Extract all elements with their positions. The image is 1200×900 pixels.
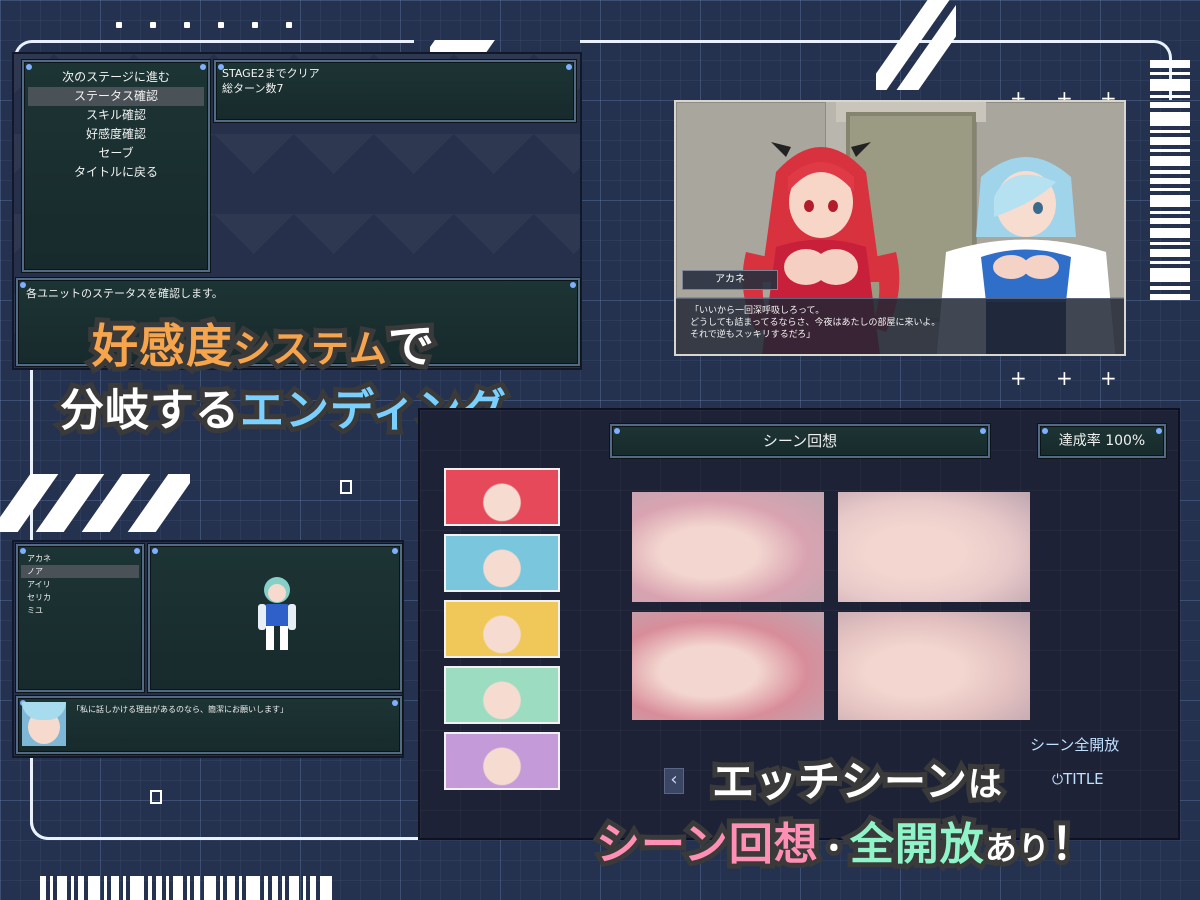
menu-item-skills[interactable]: スキル確認	[28, 106, 204, 125]
headline-bottom-line1: エッチシーンは	[707, 748, 1007, 811]
decorative-barcode	[40, 876, 332, 900]
completion-rate-text: 達成率 100%	[1058, 433, 1146, 449]
headline-bottom-line2: シーン回想・全開放あり！	[591, 808, 1100, 875]
unit-face-portrait	[22, 702, 66, 746]
thumb-art	[446, 536, 558, 590]
headline-word: 回想	[724, 814, 823, 875]
command-menu: 次のステージに進む ステータス確認 スキル確認 好感度確認 セーブ タイトルに戻…	[22, 60, 210, 272]
headline-word: は	[963, 760, 1007, 810]
headline-word: で	[383, 314, 439, 378]
plus-icon: +	[1056, 366, 1073, 390]
unit-list-item[interactable]: アイリ	[21, 578, 139, 591]
completion-rate-plate: 達成率 100%	[1038, 424, 1166, 458]
plus-icon: +	[1010, 366, 1027, 390]
character-thumb-akane[interactable]	[444, 468, 560, 526]
unit-portrait-window	[148, 544, 402, 692]
thumb-art	[446, 668, 558, 722]
headline-word: あり	[980, 824, 1055, 872]
character-thumb-serika[interactable]	[444, 666, 560, 724]
unit-message-window: 「私に話しかける理由があるのなら、簡潔にお願いします」	[16, 696, 402, 754]
scene-recollection-title-plate: シーン回想	[610, 424, 990, 458]
cg-art	[838, 492, 1030, 602]
headline-word: ！	[1046, 814, 1100, 875]
headline-word: エッチシーン	[707, 752, 972, 811]
dialogue-line: 「いいから一回深呼吸しろって。	[690, 306, 825, 316]
scene-recollection-title: シーン回想	[762, 432, 838, 450]
noa-chibi-sprite	[258, 577, 296, 650]
decorative-dot	[218, 22, 224, 28]
unit-list-item[interactable]: ノア	[21, 565, 139, 578]
unit-list-item[interactable]: ミユ	[21, 604, 139, 617]
dialogue-scene: アカネ 「いいから一回深呼吸しろって。 どうしても詰まってるならさ、今夜はあたし…	[674, 100, 1126, 356]
square-marker-icon	[150, 790, 162, 804]
decorative-frame-bottom	[30, 810, 430, 840]
scene-cg-2[interactable]	[838, 492, 1030, 602]
scene-cg-1[interactable]	[632, 492, 824, 602]
help-text: 各ユニットのステータスを確認します。	[26, 287, 223, 300]
unit-list-item[interactable]: アカネ	[21, 552, 139, 565]
stage-progress-text: STAGE2までクリア	[222, 67, 320, 80]
character-thumb-noa[interactable]	[444, 534, 560, 592]
decorative-dot	[116, 22, 122, 28]
dialogue-box[interactable]: 「いいから一回深呼吸しろって。 どうしても詰まってるならさ、今夜はあたしの部屋に…	[676, 298, 1124, 354]
chevron-left-icon: ‹	[670, 769, 678, 790]
unit-talk-screen: アカネ ノア アイリ セリカ ミユ 「私に話しかける理由があるのなら、簡潔にお願…	[12, 540, 404, 758]
headline-word: システム	[228, 322, 392, 376]
cg-art	[632, 492, 824, 602]
dialogue-line: どうしても詰まってるならさ、今夜はあたしの部屋に来いよ。	[690, 318, 941, 328]
square-marker-icon	[340, 480, 352, 494]
decorative-stripes-top-right	[876, 0, 956, 90]
cg-art	[632, 612, 824, 720]
scene-cg-4[interactable]	[838, 612, 1030, 720]
scene-cg-3[interactable]	[632, 612, 824, 720]
turn-count-text: 総ターン数7	[222, 82, 284, 95]
dialogue-line: それで逆もスッキリするだろ」	[690, 330, 816, 340]
menu-item-next-stage[interactable]: 次のステージに進む	[28, 68, 204, 87]
unit-message-text: 「私に話しかける理由があるのなら、簡潔にお願いします」	[72, 705, 288, 714]
unit-list-window: アカネ ノア アイリ セリカ ミユ	[16, 544, 144, 692]
thumb-art	[446, 602, 558, 656]
character-thumb-airi[interactable]	[444, 600, 560, 658]
decorative-dot	[252, 22, 258, 28]
headline-word: 分岐する	[55, 380, 244, 441]
headline-word: ・	[814, 827, 854, 872]
title-button-label: TITLE	[1063, 770, 1104, 788]
speaker-name-plate: アカネ	[682, 270, 778, 290]
headline-word: 好感度	[87, 314, 237, 378]
plus-icon: +	[1100, 366, 1117, 390]
cg-art	[838, 612, 1030, 720]
prev-page-button[interactable]: ‹	[664, 768, 684, 794]
decorative-dot	[184, 22, 190, 28]
menu-item-affection[interactable]: 好感度確認	[28, 125, 204, 144]
unlock-all-button[interactable]: シーン全開放	[1030, 734, 1119, 755]
thumb-art	[446, 734, 558, 788]
headline-word: 全開放	[845, 814, 989, 875]
decorative-dot	[150, 22, 156, 28]
decorative-barcode	[1150, 60, 1200, 440]
menu-item-status[interactable]: ステータス確認	[28, 87, 204, 106]
menu-item-save[interactable]: セーブ	[28, 144, 204, 163]
headline-word: シーン	[591, 814, 733, 875]
character-thumb-miyu[interactable]	[444, 732, 560, 790]
progress-info-window: STAGE2までクリア 総ターン数7	[214, 60, 576, 122]
title-button[interactable]: ⏻TITLE	[1052, 770, 1104, 788]
power-icon: ⏻	[1052, 772, 1064, 788]
thumb-art	[446, 470, 558, 524]
menu-item-title[interactable]: タイトルに戻る	[28, 163, 204, 182]
headline-top-line1: 好感度システムで	[87, 310, 439, 378]
decorative-stripes-left	[0, 474, 190, 532]
unit-list-item[interactable]: セリカ	[21, 591, 139, 604]
unlock-all-label: シーン全開放	[1030, 736, 1120, 754]
decorative-dot	[286, 22, 292, 28]
